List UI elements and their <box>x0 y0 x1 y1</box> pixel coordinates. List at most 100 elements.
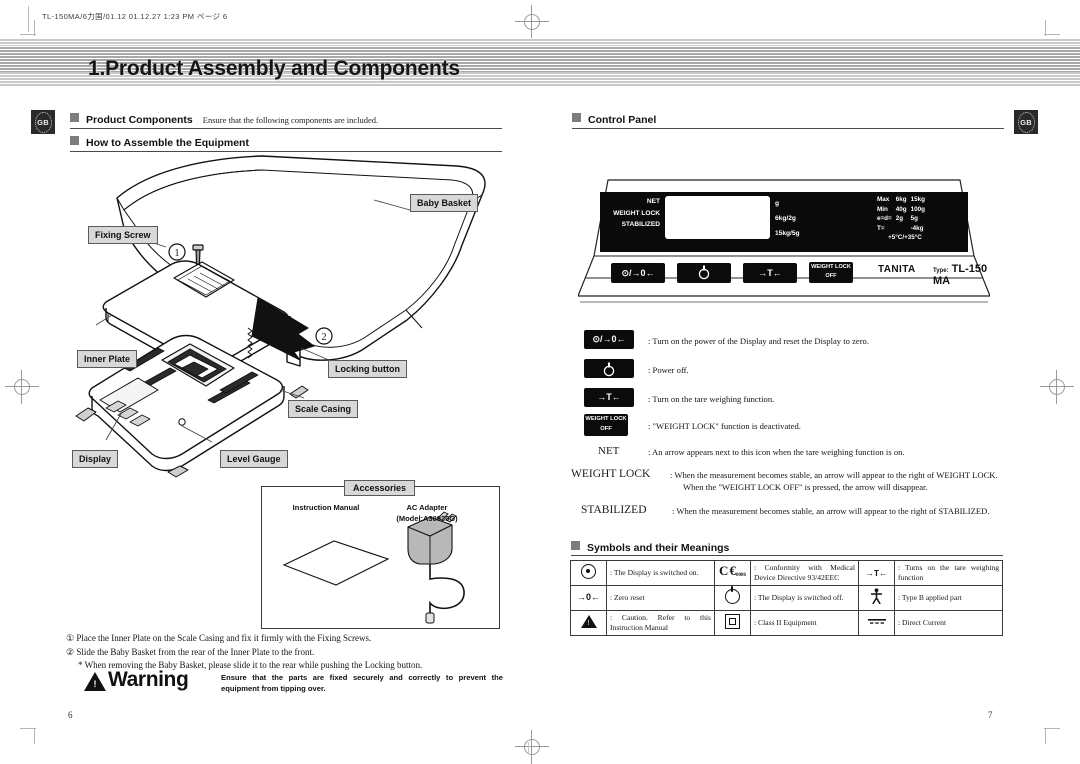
key-tare-icon: →T← <box>584 388 634 407</box>
section-product-components: Product Components Ensure that the follow… <box>70 110 378 128</box>
class-two-square-icon <box>725 613 740 629</box>
cp-zero-power-on-button[interactable]: ⊙/→0← <box>611 262 665 283</box>
symbol-class-two-icon-cell <box>714 609 751 637</box>
registration-mark-bottom <box>515 730 549 764</box>
spec-label-ed: e=d= <box>877 215 892 223</box>
model-type-text: Type: TL-150 MA <box>933 263 990 287</box>
key-legend-row-weight-lock: WEIGHT LOCK OFF <box>584 414 628 436</box>
control-panel-display-area: NET WEIGHT LOCK STABILIZED g 6kg/2g 15kg… <box>600 192 968 252</box>
callout-1: 1 <box>175 248 180 259</box>
warning-triangle-icon: ! <box>84 672 106 691</box>
page-title: 1.Product Assembly and Components <box>88 57 460 80</box>
bullet-square-icon <box>571 541 580 550</box>
bullet-square-icon <box>70 136 79 145</box>
cp-weight-lock-off-button[interactable]: WEIGHT LOCK OFF <box>809 262 853 283</box>
spec-row-ed: e=d= 2g 5g <box>877 214 929 224</box>
indicator-term-stabilized: STABILIZED <box>581 504 647 516</box>
fold-mark-bottom <box>528 742 529 754</box>
indicator-net: NET <box>646 198 660 205</box>
spec-row-max: Max 6kg 15kg <box>877 195 929 205</box>
section-how-to-assemble-label: How to Assemble the Equipment <box>86 137 249 149</box>
indicator-term-weight-lock: WEIGHT LOCK <box>571 468 651 480</box>
spec-min-col2: 100g <box>910 205 925 213</box>
zero-reset-icon: →0← <box>576 592 600 603</box>
rule-product-components <box>70 128 502 129</box>
direct-current-icon <box>867 619 886 624</box>
warning-block: ! Warning Ensure that the parts are fixe… <box>84 668 503 704</box>
key-weight-lock-off-label: OFF <box>600 425 612 432</box>
key-weight-lock-off-icon: WEIGHT LOCK OFF <box>584 414 628 436</box>
symbol-zero-reset-icon-cell: →0← <box>570 585 607 611</box>
control-panel-illustration: NET WEIGHT LOCK STABILIZED g 6kg/2g 15kg… <box>578 178 990 308</box>
cp-tare-button[interactable]: →T← <box>743 262 797 283</box>
registration-mark-left <box>5 370 39 404</box>
diagram-label-locking-button: Locking button <box>328 360 407 378</box>
diagram-label-fixing-screw: Fixing Screw <box>88 226 158 244</box>
display-specifications: Max 6kg 15kg Min 40g 100g e=d= 2g 5g T= … <box>877 195 929 243</box>
bullet-square-icon <box>572 113 581 122</box>
symbols-table-row-1: : The Display is switched on. C €0086 : … <box>570 559 1003 587</box>
spec-min-col1: 40g <box>895 205 907 213</box>
symbol-type-b-text: : Type B applied part <box>894 585 1003 611</box>
symbol-tare-icon-cell: →T← <box>858 559 895 587</box>
symbol-ce-icon-cell: C €0086 <box>714 559 751 587</box>
lcd-screen <box>665 196 770 239</box>
spec-t-col1 <box>896 224 911 234</box>
symbols-table: : The Display is switched on. C €0086 : … <box>570 559 1003 637</box>
indicator-desc-weight-lock-2: When the "WEIGHT LOCK OFF" is pressed, t… <box>683 482 928 492</box>
key-tare-label: →T← <box>597 392 621 402</box>
slug-divider <box>28 6 29 32</box>
model-type-prefix: Type: <box>933 268 949 274</box>
type-b-person-icon <box>870 588 883 605</box>
diagram-label-level-gauge: Level Gauge <box>220 450 288 468</box>
section-product-components-sub: Ensure that the following components are… <box>202 115 379 125</box>
ce-number: 0086 <box>735 572 746 578</box>
callout-2: 2 <box>322 332 327 343</box>
key-legend-desc-weight-lock: : "WEIGHT LOCK" function is deactivated. <box>648 421 801 431</box>
symbol-caution-text: : Caution. Refer to this Instruction Man… <box>606 609 715 637</box>
section-symbols-label: Symbols and their Meanings <box>587 542 730 554</box>
spec-label-min: Min <box>877 205 888 213</box>
rule-control-panel <box>572 128 1004 129</box>
spec-max-col2: 15kg <box>910 196 925 203</box>
warning-text: Ensure that the parts are fixed securely… <box>221 673 503 693</box>
power-off-icon <box>725 585 740 604</box>
key-legend-row-tare: →T← <box>584 388 634 407</box>
indicator-term-net: NET <box>598 445 620 457</box>
print-slug: TL-150MA/6力国/01.12 01.12.27 1:23 PM ページ … <box>42 12 228 21</box>
spec-t-col2: -4kg <box>910 224 924 232</box>
unit-15kg: 15kg/5g <box>775 230 800 237</box>
symbol-display-on-text: : The Display is switched on. <box>606 559 715 587</box>
display-indicator-labels: NET WEIGHT LOCK STABILIZED <box>600 196 660 231</box>
registration-mark-right <box>1040 370 1074 404</box>
diagram-label-baby-basket: Baby Basket <box>410 194 479 212</box>
symbol-dc-text: : Direct Current <box>894 609 1003 637</box>
page-number-left: 6 <box>68 710 73 720</box>
key-weight-lock-label: WEIGHT LOCK <box>585 416 627 422</box>
indicator-weight-lock: WEIGHT LOCK <box>613 209 660 217</box>
spec-row-min: Min 40g 100g <box>877 205 929 215</box>
unit-g: g <box>775 200 780 207</box>
rule-symbols <box>571 555 1003 556</box>
spec-label-max: Max <box>877 196 890 203</box>
power-off-icon <box>603 362 615 377</box>
indicator-desc-net: : An arrow appears next to this icon whe… <box>648 447 905 457</box>
section-control-panel-label: Control Panel <box>588 114 657 126</box>
key-zero-power-on-icon: ⊙/→0← <box>584 330 634 349</box>
key-legend-row-zero: ⊙/→0← <box>584 330 634 349</box>
spec-max-col1: 6kg <box>895 196 907 203</box>
assembly-step-1: ① Place the Inner Plate on the Scale Cas… <box>66 633 372 643</box>
cp-tare-label: →T← <box>758 267 782 278</box>
diagram-label-inner-plate: Inner Plate <box>77 350 138 368</box>
symbol-tare-text: : Turns on the tare weighing function <box>894 559 1003 587</box>
manual-spread: TL-150MA/6力国/01.12 01.12.27 1:23 PM ページ … <box>0 0 1080 764</box>
language-tab-left[interactable]: GB <box>31 110 55 134</box>
language-tab-right[interactable]: GB <box>1014 110 1038 134</box>
spec-ed-col2: 5g <box>910 215 918 223</box>
key-power-off-icon <box>584 359 634 378</box>
dot-circle-icon <box>581 564 596 580</box>
spec-label-t: T= <box>877 224 885 232</box>
cp-power-off-button[interactable] <box>677 262 731 283</box>
tare-arrow-icon: →T← <box>865 567 888 578</box>
caution-triangle-icon: ! <box>580 614 597 628</box>
